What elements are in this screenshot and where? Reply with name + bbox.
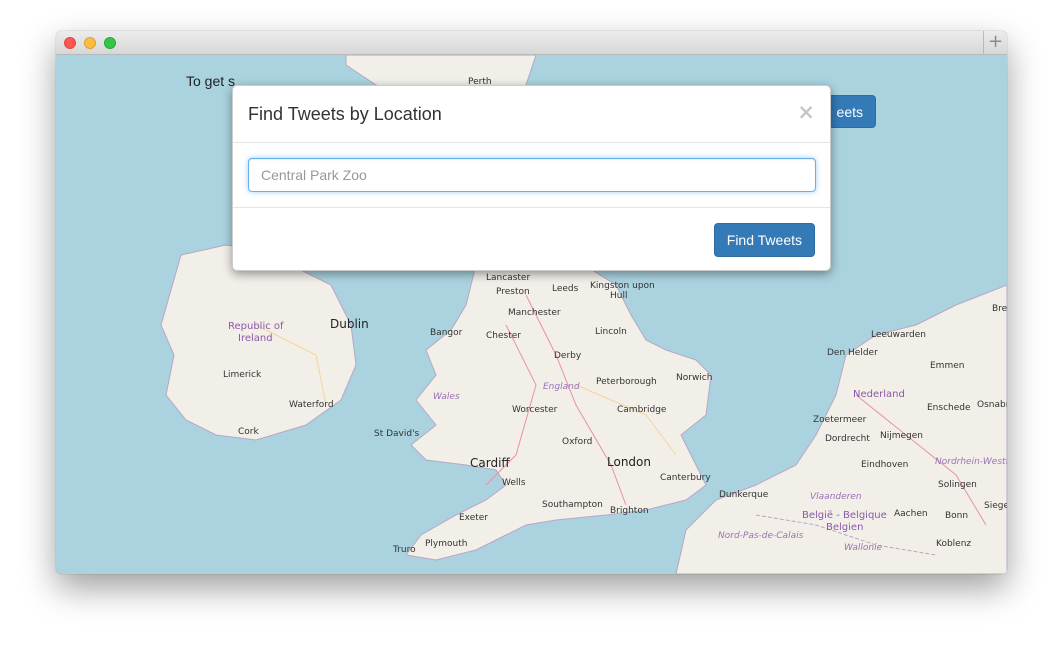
close-icon[interactable]: × [797, 100, 815, 124]
new-tab-button[interactable]: + [983, 31, 1007, 54]
find-tweets-modal: Find Tweets by Location × Find Tweets [232, 85, 831, 271]
location-search-input[interactable] [248, 158, 816, 192]
modal-title: Find Tweets by Location [248, 104, 442, 124]
modal-header: Find Tweets by Location × [233, 86, 830, 143]
modal-body [233, 143, 830, 208]
find-tweets-button[interactable]: Find Tweets [713, 223, 815, 257]
close-window-button[interactable] [64, 37, 76, 49]
minimize-window-button[interactable] [84, 37, 96, 49]
title-bar: + [56, 31, 1007, 55]
zoom-window-button[interactable] [104, 37, 116, 49]
modal-footer: Find Tweets [233, 208, 830, 272]
